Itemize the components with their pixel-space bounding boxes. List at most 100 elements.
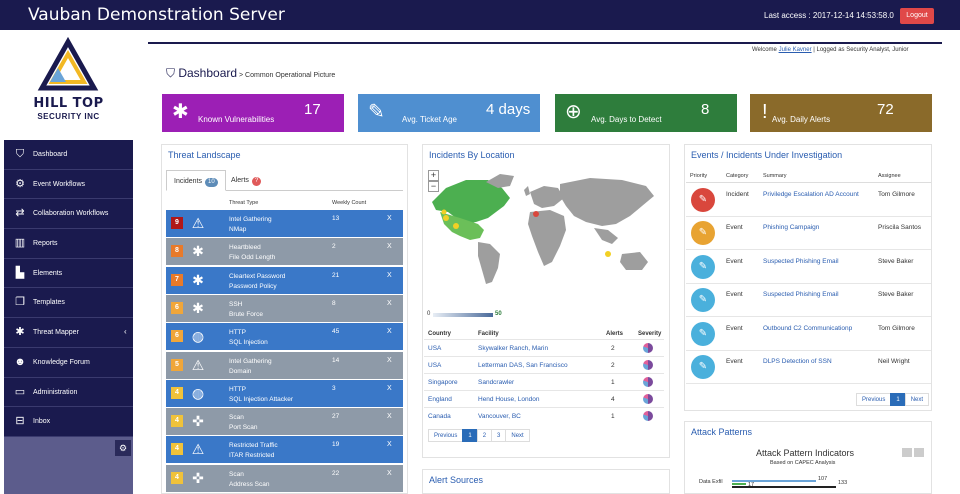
severity-pie-icon — [643, 360, 653, 370]
close-icon[interactable]: X — [387, 300, 392, 307]
threat-row[interactable]: 8 ✱ Heartbleed File Odd Length 2 X — [166, 238, 403, 266]
tile-value: 72 — [877, 101, 894, 118]
event-summary-link[interactable]: Priviledge Escalation AD Account — [763, 191, 873, 198]
event-summary-link[interactable]: Suspected Phishing Email — [763, 291, 873, 298]
facility-link[interactable]: Skywalker Ranch, Marin — [478, 345, 548, 352]
threat-detail: Brute Force — [229, 310, 263, 318]
app-title: Vauban Demonstration Server — [28, 5, 285, 25]
panel-title: Events / Incidents Under Investigation — [691, 150, 843, 160]
close-icon[interactable]: X — [387, 215, 392, 222]
print-icon[interactable] — [902, 448, 912, 457]
pager-page-1[interactable]: 1 — [890, 393, 906, 406]
pager-page-3[interactable]: 3 — [491, 429, 507, 442]
close-icon[interactable]: X — [387, 385, 392, 392]
logout-button[interactable]: Logout — [900, 8, 934, 24]
table-row: England Hend House, London 4 — [424, 390, 664, 407]
bug-icon: ✱ — [15, 326, 25, 339]
column-header[interactable]: Assignee — [878, 173, 901, 179]
facility-link[interactable]: Sandcrawler — [478, 379, 514, 386]
priority-badge: 4 — [171, 386, 183, 399]
world-map[interactable] — [426, 166, 666, 301]
sidebar-item-event-workflows[interactable]: ⚙ Event Workflows — [4, 169, 133, 200]
severity-pie-icon — [643, 343, 653, 353]
threat-type: HTTP SQL Injection Attacker — [229, 385, 293, 405]
alert-count: 1 — [611, 413, 615, 420]
threat-row[interactable]: 4 ◍ HTTP SQL Injection Attacker 3 X — [166, 379, 403, 407]
close-icon[interactable]: X — [387, 328, 392, 335]
close-icon[interactable]: X — [387, 272, 392, 279]
copy-icon: ❐ — [15, 296, 25, 309]
sidebar-item-reports[interactable]: ▥ Reports — [4, 229, 133, 259]
country-link[interactable]: USA — [428, 345, 441, 352]
tab-incidents[interactable]: Incidents 10 — [166, 170, 226, 191]
threat-row[interactable]: 4 ✜ Scan Port Scan 27 X — [166, 408, 403, 436]
user-link[interactable]: Julie Kavner — [779, 47, 812, 53]
globe-icon: ◍ — [191, 384, 205, 401]
sidebar-item-dashboard[interactable]: ⛉ Dashboard — [4, 140, 133, 170]
event-summary-link[interactable]: Suspected Phishing Email — [763, 258, 873, 265]
pager-page-2[interactable]: 2 — [476, 429, 493, 442]
facility-link[interactable]: Hend House, London — [478, 396, 539, 403]
sidebar-item-elements[interactable]: ▙ Elements — [4, 258, 133, 289]
event-assignee: Steve Baker — [878, 257, 914, 265]
country-link[interactable]: USA — [428, 362, 441, 369]
threat-row[interactable]: 9 ⚠ Intel Gathering NMap 13 X — [166, 210, 403, 237]
download-icon[interactable] — [914, 448, 924, 457]
threat-row[interactable]: 5 ⚠ Intel Gathering Domain 14 X — [166, 351, 403, 379]
event-summary-link[interactable]: DLPS Detection of SSN — [763, 358, 873, 365]
chevron-left-icon: ‹ — [124, 327, 127, 337]
pager-next[interactable]: Next — [904, 393, 930, 406]
panel-title: Incidents By Location — [429, 150, 515, 160]
country-link[interactable]: England — [428, 396, 452, 403]
settings-gear-icon[interactable]: ⚙ — [115, 440, 131, 456]
column-header[interactable]: Priority — [690, 173, 707, 179]
threat-row[interactable]: 6 ✱ SSH Brute Force 8 X — [166, 294, 403, 322]
column-header: Severity — [638, 331, 662, 337]
sidebar-item-templates[interactable]: ❐ Templates — [4, 288, 133, 319]
tile-avg-daily-alerts[interactable]: ! Avg. Daily Alerts 72 — [750, 94, 932, 132]
zoom-out-button[interactable]: − — [428, 181, 439, 192]
pager-previous[interactable]: Previous — [428, 429, 464, 442]
facility-link[interactable]: Vancouver, BC — [478, 413, 521, 420]
sidebar-item-inbox[interactable]: ⊟ Inbox — [4, 407, 133, 437]
event-assignee: Priscila Santos — [878, 224, 921, 232]
event-summary-link[interactable]: Phishing Campaign — [763, 224, 873, 231]
event-summary-link[interactable]: Outbound C2 Communicationp — [763, 325, 873, 332]
tile-avg-days-detect[interactable]: ⊕ Avg. Days to Detect 8 — [555, 94, 737, 132]
legend-min: 0 — [427, 311, 431, 317]
threat-name: HTTP — [229, 329, 246, 337]
tile-avg-ticket-age[interactable]: ✎ Avg. Ticket Age 4 days — [358, 94, 540, 132]
sidebar-item-threat-mapper[interactable]: ✱ Threat Mapper ‹ — [4, 318, 133, 348]
threat-row[interactable]: 4 ⚠ Restricted Traffic ITAR Restricted 19 X — [166, 436, 403, 464]
sidebar-item-collaboration-workflows[interactable]: ⇄ Collaboration Workflows — [4, 199, 133, 230]
tile-known-vulnerabilities[interactable]: ✱ Known Vulnerabilities 17 — [162, 94, 344, 132]
column-header[interactable]: Category — [726, 173, 748, 179]
close-icon[interactable]: X — [387, 357, 392, 364]
tab-alerts[interactable]: Alerts? — [224, 170, 268, 191]
threat-name: Cleartext Password — [229, 272, 286, 280]
threat-row[interactable]: 7 ✱ Cleartext Password Password Policy 21 X — [166, 266, 403, 294]
column-header[interactable]: Summary — [763, 173, 787, 179]
pager-next[interactable]: Next — [505, 429, 530, 442]
weekly-count: 13 — [332, 215, 340, 222]
location-pager: Previous 1 2 3 Next — [428, 429, 530, 442]
close-icon[interactable]: X — [387, 413, 392, 420]
crosshairs-icon: ✜ — [192, 413, 204, 430]
country-link[interactable]: Singapore — [428, 379, 458, 386]
facility-link[interactable]: Letterman DAS, San Francisco — [478, 362, 568, 369]
close-icon[interactable]: X — [387, 441, 392, 448]
asterisk-icon: ✱ — [192, 299, 204, 316]
country-link[interactable]: Canada — [428, 413, 451, 420]
close-icon[interactable]: X — [387, 243, 392, 250]
table-row: ✎ Incident Priviledge Escalation AD Accoun… — [686, 184, 931, 217]
pager-previous[interactable]: Previous — [856, 393, 892, 406]
zoom-in-button[interactable]: + — [428, 170, 439, 181]
sidebar-item-administration[interactable]: ▭ Administration — [4, 377, 133, 408]
count-badge: ? — [251, 177, 262, 186]
threat-row[interactable]: 4 ✜ Scan Address Scan 22 X — [166, 464, 403, 492]
threat-row[interactable]: 6 ◍ HTTP SQL Injection 45 X — [166, 323, 403, 351]
pager-page-1[interactable]: 1 — [462, 429, 478, 442]
sidebar-item-knowledge-forum[interactable]: ☻ Knowledge Forum — [4, 347, 133, 378]
top-bar: Vauban Demonstration Server Last access … — [0, 0, 960, 30]
close-icon[interactable]: X — [387, 470, 392, 477]
